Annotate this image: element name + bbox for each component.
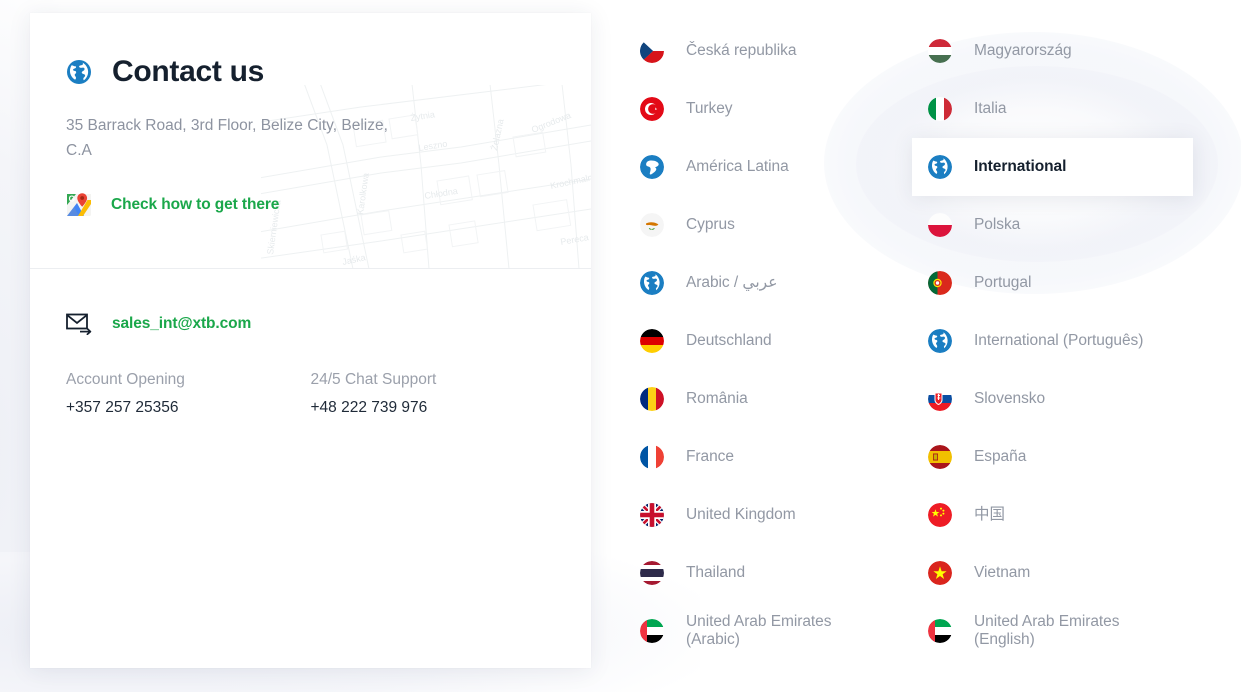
flag-france-icon bbox=[640, 445, 664, 469]
country-item-label: International bbox=[974, 157, 1067, 175]
country-item-left-2[interactable]: América Latina bbox=[624, 138, 907, 196]
country-item-label: 中国 bbox=[974, 505, 1005, 523]
country-item-right-1[interactable]: Italia bbox=[912, 80, 1195, 138]
flag-romania-icon bbox=[640, 387, 664, 411]
country-item-right-6[interactable]: Slovensko bbox=[912, 370, 1195, 428]
country-item-right-9[interactable]: Vietnam bbox=[912, 544, 1195, 602]
phone-block-chat-support: 24/5 Chat Support +48 222 739 976 bbox=[311, 368, 556, 420]
country-item-label: Slovensko bbox=[974, 389, 1046, 407]
country-item-label: Thailand bbox=[686, 563, 746, 581]
flag-united-kingdom-icon bbox=[640, 503, 664, 527]
flag-vietnam-icon bbox=[928, 561, 952, 585]
country-item-label: Arabic / عربي bbox=[686, 273, 778, 291]
flag-hungary-icon bbox=[928, 39, 952, 63]
country-item-label: Polska bbox=[974, 215, 1021, 233]
country-item-label: América Latina bbox=[686, 157, 789, 175]
flag-uae-icon bbox=[640, 619, 664, 643]
contact-address: 35 Barrack Road, 3rd Floor, Belize City,… bbox=[66, 117, 388, 160]
country-item-right-3[interactable]: Polska bbox=[912, 196, 1195, 254]
phone-number[interactable]: +48 222 739 976 bbox=[311, 396, 556, 419]
flag-china-icon bbox=[928, 503, 952, 527]
flag-italy-icon bbox=[928, 97, 952, 121]
flag-globe-icon bbox=[928, 329, 952, 353]
phone-block-account-opening: Account Opening +357 257 25356 bbox=[66, 368, 311, 420]
flag-czech-republic-icon bbox=[640, 39, 664, 63]
country-item-label: România bbox=[686, 389, 748, 407]
country-item-right-7[interactable]: España bbox=[912, 428, 1195, 486]
country-item-right-8[interactable]: 中国 bbox=[912, 486, 1195, 544]
phone-number[interactable]: +357 257 25356 bbox=[66, 396, 311, 419]
flag-spain-icon bbox=[928, 445, 952, 469]
country-item-label: Deutschland bbox=[686, 331, 772, 349]
page-title: Contact us bbox=[112, 55, 265, 88]
country-item-left-7[interactable]: France bbox=[624, 428, 907, 486]
contact-card-top: Contact us 35 Barrack Road, 3rd Floor, B… bbox=[30, 13, 591, 269]
country-item-left-6[interactable]: România bbox=[624, 370, 907, 428]
phone-label: Account Opening bbox=[66, 371, 185, 388]
country-item-label: España bbox=[974, 447, 1027, 465]
country-item-label: United Arab Emirates (English) bbox=[974, 612, 1120, 648]
country-item-label: Italia bbox=[974, 99, 1007, 117]
email-label: sales_int@xtb.com bbox=[112, 315, 252, 332]
phone-label: 24/5 Chat Support bbox=[310, 371, 437, 388]
country-item-left-5[interactable]: Deutschland bbox=[624, 312, 907, 370]
country-item-left-8[interactable]: United Kingdom bbox=[624, 486, 907, 544]
country-column-left: Česká republika Turkey América Latina Cypru… bbox=[624, 22, 907, 660]
country-column-right: Magyarország Italia International Polska Por… bbox=[912, 22, 1195, 660]
country-item-label: International (Português) bbox=[974, 331, 1144, 349]
flag-poland-icon bbox=[928, 213, 952, 237]
country-item-right-4[interactable]: Portugal bbox=[912, 254, 1195, 312]
country-item-label: United Kingdom bbox=[686, 505, 796, 523]
phone-list: Account Opening +357 257 25356 24/5 Chat… bbox=[66, 368, 555, 420]
svg-text:G: G bbox=[69, 195, 75, 204]
email-link[interactable]: sales_int@xtb.com bbox=[66, 313, 555, 336]
country-item-label: France bbox=[686, 447, 734, 465]
country-language-picker: Česká republika Turkey América Latina Cypru… bbox=[624, 0, 1241, 692]
google-maps-pin-icon: G bbox=[66, 192, 92, 218]
contact-title-row: Contact us bbox=[66, 57, 555, 87]
country-item-left-4[interactable]: Arabic / عربي bbox=[624, 254, 907, 312]
flag-turkey-icon bbox=[640, 97, 664, 121]
check-how-to-get-there-link[interactable]: G Check how to get there bbox=[66, 192, 279, 218]
country-item-left-1[interactable]: Turkey bbox=[624, 80, 907, 138]
flag-portugal-icon bbox=[928, 271, 952, 295]
flag-germany-icon bbox=[640, 329, 664, 353]
flag-thailand-icon bbox=[640, 561, 664, 585]
country-item-right-10[interactable]: United Arab Emirates (English) bbox=[912, 602, 1195, 660]
contact-card-bottom: sales_int@xtb.com Account Opening +357 2… bbox=[30, 269, 591, 420]
country-item-left-3[interactable]: Cyprus bbox=[624, 196, 907, 254]
flag-slovakia-icon bbox=[928, 387, 952, 411]
flag-globe-icon bbox=[928, 155, 952, 179]
country-item-label: Vietnam bbox=[974, 563, 1031, 581]
envelope-arrow-icon bbox=[66, 313, 94, 336]
country-item-label: Cyprus bbox=[686, 215, 735, 233]
country-item-label: Portugal bbox=[974, 273, 1032, 291]
country-item-left-10[interactable]: United Arab Emirates (Arabic) bbox=[624, 602, 907, 660]
flag-uae-icon bbox=[928, 619, 952, 643]
flag-latin-america-globe-icon bbox=[640, 155, 664, 179]
map-link-label: Check how to get there bbox=[111, 196, 280, 214]
country-columns: Česká republika Turkey América Latina Cypru… bbox=[624, 0, 1241, 660]
contact-card: Żytnia Leszno Żelazna Ogrodowa Chłodna K… bbox=[30, 13, 591, 668]
globe-icon bbox=[66, 59, 92, 85]
flag-globe-icon bbox=[640, 271, 664, 295]
country-item-right-0[interactable]: Magyarország bbox=[912, 22, 1195, 80]
country-item-left-9[interactable]: Thailand bbox=[624, 544, 907, 602]
country-item-label: Magyarország bbox=[974, 41, 1072, 59]
country-item-left-0[interactable]: Česká republika bbox=[624, 22, 907, 80]
country-item-label: Česká republika bbox=[686, 41, 797, 59]
country-item-right-2[interactable]: International bbox=[912, 138, 1193, 196]
country-item-label: United Arab Emirates (Arabic) bbox=[686, 612, 832, 648]
country-item-right-5[interactable]: International (Português) bbox=[912, 312, 1195, 370]
country-item-label: Turkey bbox=[686, 99, 733, 117]
flag-cyprus-icon bbox=[640, 213, 664, 237]
